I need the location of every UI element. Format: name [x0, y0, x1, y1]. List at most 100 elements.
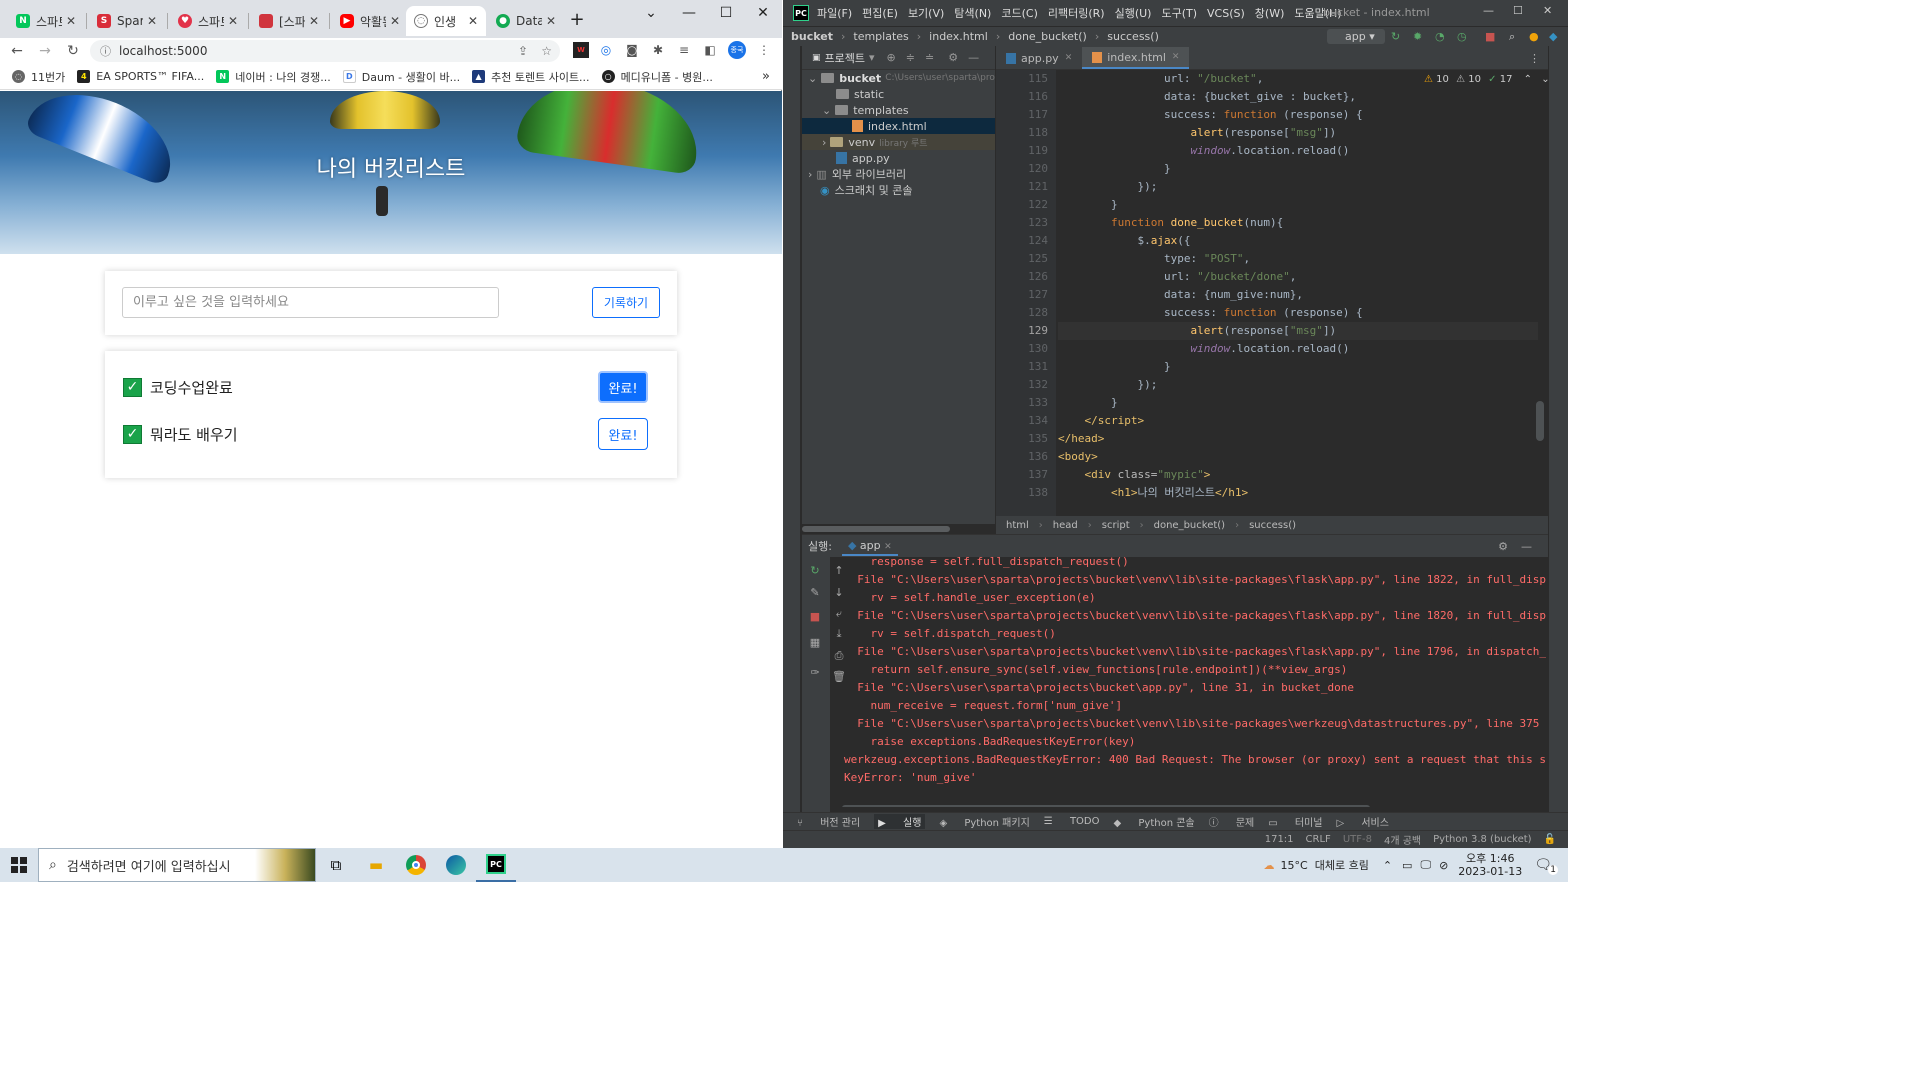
chevron-up-icon[interactable]: ⌃ — [1383, 859, 1392, 872]
reload-icon[interactable]: ↻ — [62, 40, 84, 62]
menu-code[interactable]: 코드(C) — [1001, 5, 1038, 21]
bookmark-item[interactable]: ○ 메디유니폼 - 병원... — [601, 69, 713, 85]
forward-icon[interactable]: → — [34, 40, 56, 62]
menu-navigate[interactable]: 탐색(N) — [954, 5, 991, 21]
extension-icon[interactable]: ◎ — [598, 42, 614, 58]
bookmark-item[interactable]: N 네이버 : 나의 경쟁... — [216, 69, 331, 85]
tree-item-bucket[interactable]: ⌄ bucket C:\Users\user\sparta\pro — [802, 70, 995, 86]
browser-tab[interactable]: [스파 ✕ — [251, 6, 327, 36]
menu-vcs[interactable]: VCS(S) — [1207, 7, 1245, 20]
breadcrumb-item[interactable]: index.html — [929, 30, 988, 43]
layout-icon[interactable]: ▦ — [808, 635, 822, 649]
gear-icon[interactable]: ⚙ — [948, 51, 958, 64]
tree-item-scratches[interactable]: ◉ 스크래치 및 콘솔 — [802, 182, 995, 198]
menu-run[interactable]: 실행(U) — [1115, 5, 1152, 21]
line-separator[interactable]: CRLF — [1306, 834, 1331, 845]
side-panel-icon[interactable]: ◧ — [702, 42, 718, 58]
chrome-icon[interactable] — [396, 848, 436, 882]
bookmark-item[interactable]: ◌ 11번가 — [12, 69, 65, 85]
tree-item-app-py[interactable]: app.py — [802, 150, 995, 166]
record-button[interactable]: 기록하기 — [592, 287, 660, 318]
tool-python-console[interactable]: ◆ Python 콘솔 — [1114, 814, 1195, 829]
run-config-select[interactable]: app ▾ — [1327, 29, 1385, 44]
jetbrains-icon[interactable]: ◆ — [1549, 30, 1557, 43]
breadcrumb-item[interactable]: done_bucket() — [1008, 30, 1087, 43]
editor-tab-index-html[interactable]: index.html ✕ — [1082, 47, 1190, 69]
indent-setting[interactable]: 4개 공백 — [1384, 832, 1421, 847]
browser-tab[interactable]: ▶악활된✕ — [332, 6, 408, 36]
tree-item-index-html[interactable]: index.html — [802, 118, 995, 134]
close-tab-icon[interactable]: ✕ — [228, 14, 238, 28]
browser-tab[interactable]: N스파트✕ — [8, 6, 84, 36]
breadcrumb-item[interactable]: templates — [853, 30, 908, 43]
close-tab-icon[interactable]: ✕ — [66, 14, 76, 28]
puzzle-icon[interactable]: ✱ — [650, 42, 666, 58]
maximize-button[interactable]: ☐ — [707, 0, 745, 26]
tree-item-templates[interactable]: ⌄ templates — [802, 102, 995, 118]
bookmark-item[interactable]: ▲ 추천 토렌트 사이트... — [472, 69, 590, 85]
tool-vcs[interactable]: ⑂ 버전 관리 — [797, 814, 860, 829]
vertical-scrollbar[interactable] — [1536, 401, 1544, 441]
bookmark-item[interactable]: 4 EA SPORTS™ FIFA... — [77, 70, 204, 83]
done-button[interactable]: 완료! — [598, 418, 648, 450]
share-icon[interactable]: ⇪ — [518, 44, 528, 58]
taskbar-search[interactable]: ⌕ 검색하려면 여기에 입력하십시 — [38, 848, 316, 882]
more-tabs-icon[interactable]: ⋮ — [1529, 47, 1540, 69]
tree-item-external-libraries[interactable]: › ▥ 외부 라이브러리 — [802, 166, 995, 182]
star-icon[interactable]: ☆ — [541, 44, 552, 58]
profile-run-icon[interactable]: ◷ — [1457, 30, 1467, 43]
console-output[interactable]: response = self.full_dispatch_request() … — [836, 557, 1548, 807]
menu-window[interactable]: 창(W) — [1255, 5, 1285, 21]
back-icon[interactable]: ← — [6, 40, 28, 62]
code-area[interactable]: url: "/bucket", data: {bucket_give : buc… — [1058, 70, 1538, 516]
gear-icon[interactable]: ⚙ — [1498, 540, 1508, 553]
rerun-icon[interactable]: ↻ — [808, 563, 822, 577]
close-window-button[interactable]: ✕ — [1543, 4, 1552, 17]
chevron-up-icon[interactable]: ⌃ — [1524, 74, 1532, 85]
debug-icon[interactable]: ✹ — [1413, 30, 1422, 43]
file-explorer-icon[interactable]: ▬ — [356, 848, 396, 882]
caret-position[interactable]: 171:1 — [1265, 834, 1294, 845]
tab-search-icon[interactable]: ⌄ — [632, 0, 670, 26]
pycharm-icon[interactable]: PC — [476, 848, 516, 882]
minimize-button[interactable]: — — [1483, 4, 1494, 17]
windows-start-icon[interactable] — [0, 848, 38, 882]
address-bar[interactable]: ⓘ localhost:5000 ⇪ ☆ — [90, 40, 560, 62]
menu-file[interactable]: 파일(F) — [817, 5, 852, 21]
close-tab-icon[interactable]: ✕ — [390, 14, 400, 28]
pin-icon[interactable]: ✑ — [808, 665, 822, 679]
edge-icon[interactable] — [436, 848, 476, 882]
close-tab-icon[interactable]: ✕ — [1172, 52, 1180, 62]
network-icon[interactable]: 🖵 — [1420, 858, 1431, 872]
extension-icon[interactable]: W — [573, 42, 589, 58]
lock-icon[interactable]: 🔓 — [1544, 834, 1556, 845]
breadcrumb-item[interactable]: success() — [1107, 30, 1159, 43]
minimize-button[interactable]: — — [670, 0, 708, 26]
browser-tab-active[interactable]: ◌ 인생 ✕ — [406, 6, 486, 36]
close-tab-icon[interactable]: ✕ — [147, 14, 157, 28]
menu-kebab-icon[interactable]: ⋮ — [756, 42, 772, 58]
file-encoding[interactable]: UTF-8 — [1343, 834, 1372, 845]
python-interpreter[interactable]: Python 3.8 (bucket) — [1433, 834, 1531, 845]
tree-item-venv[interactable]: › venv library 루트 — [802, 134, 995, 150]
search-icon[interactable]: ⌕ — [1509, 30, 1515, 44]
profile-avatar[interactable]: 종국 — [728, 41, 746, 59]
tool-run[interactable]: ▶ 실행 — [874, 814, 926, 829]
update-icon[interactable]: ● — [1529, 30, 1539, 43]
horizontal-scrollbar[interactable] — [842, 805, 1370, 807]
browser-tab[interactable]: ♥스파트✕ — [170, 6, 246, 36]
tool-python-packages[interactable]: ◈ Python 패키지 — [939, 814, 1029, 829]
locate-icon[interactable]: ⊕ — [887, 51, 896, 64]
rerun-icon[interactable]: ↻ — [1391, 30, 1400, 43]
hide-icon[interactable]: — — [1521, 540, 1532, 553]
tree-item-static[interactable]: static — [802, 86, 995, 102]
chevron-down-icon[interactable]: ⌄ — [1541, 74, 1549, 85]
maximize-button[interactable]: ☐ — [1513, 4, 1523, 17]
expand-all-icon[interactable]: ≑ — [906, 51, 915, 64]
close-tab-icon[interactable]: ✕ — [309, 14, 319, 28]
stop-icon[interactable]: ■ — [808, 609, 822, 623]
inspection-widget[interactable]: ⚠ 10 ⚠ 10 ✓ 17 ⌃ ⌄ — [1424, 74, 1550, 85]
menu-view[interactable]: 보기(V) — [908, 5, 944, 21]
bucket-input[interactable] — [122, 287, 499, 318]
battery-icon[interactable]: ▭ — [1402, 859, 1412, 872]
